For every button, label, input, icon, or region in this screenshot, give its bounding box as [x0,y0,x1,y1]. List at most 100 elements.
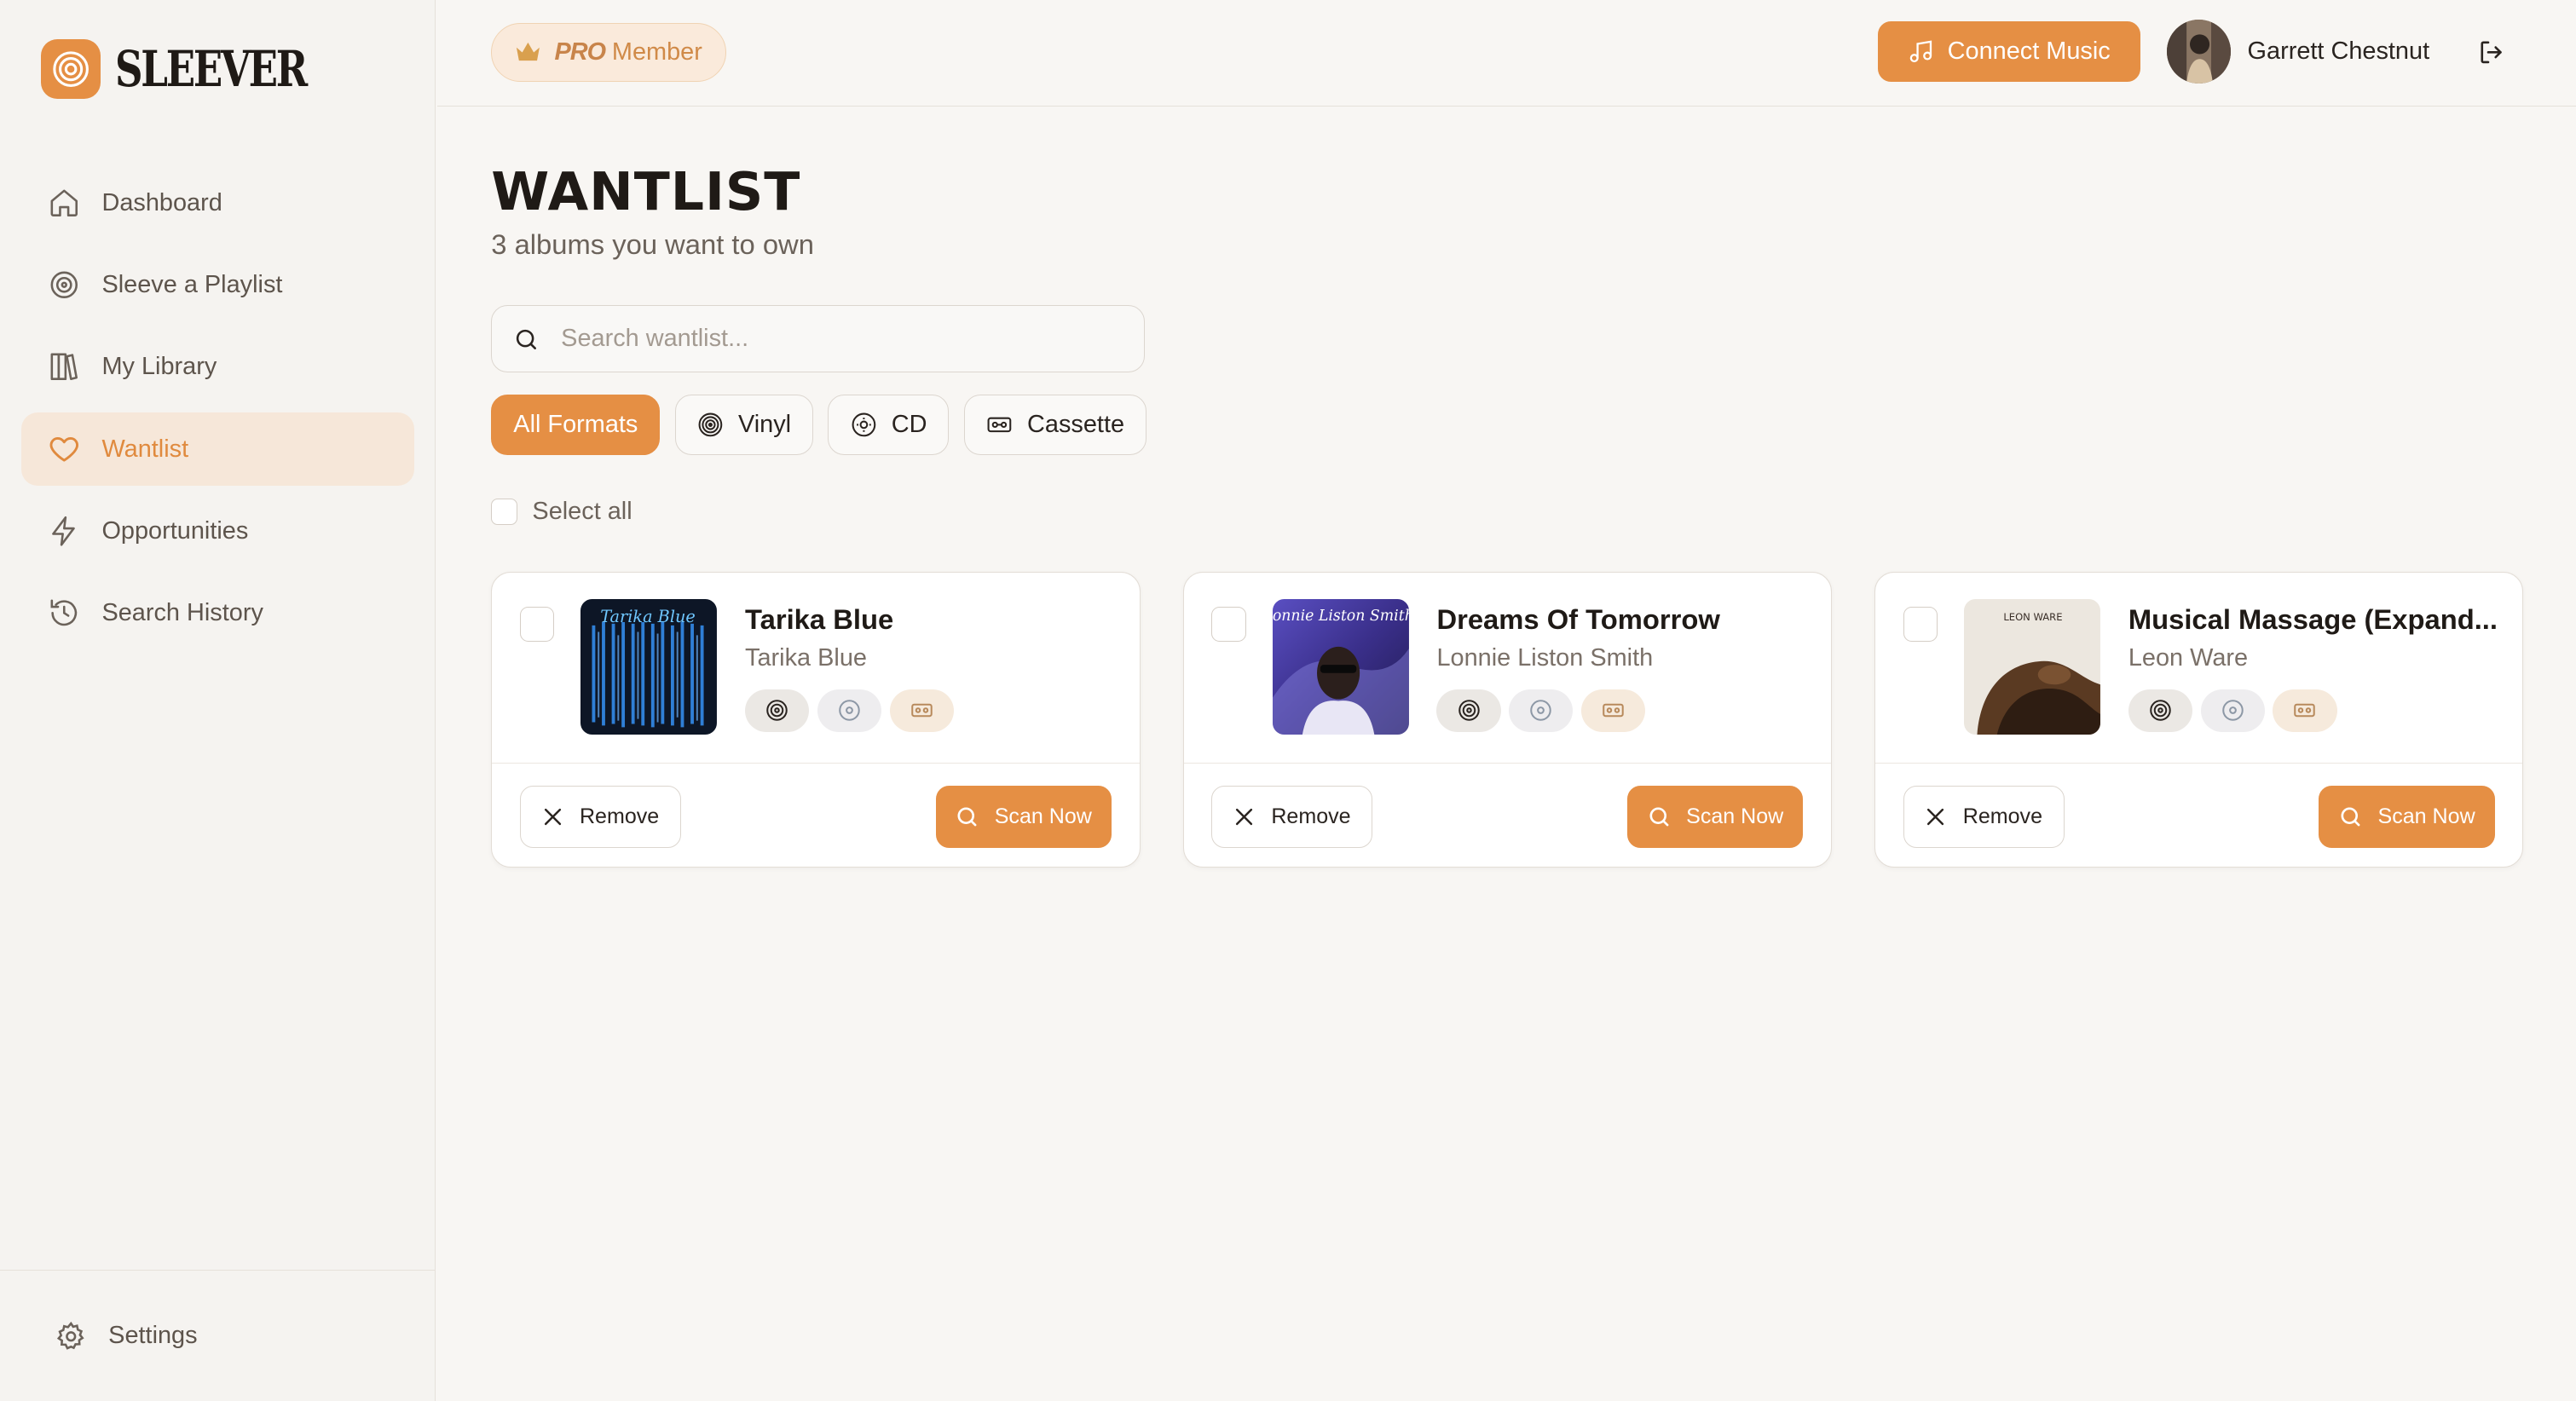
sidebar-item-sleeve-playlist[interactable]: Sleeve a Playlist [21,248,414,322]
member-label: Member [611,38,702,66]
filter-all-formats[interactable]: All Formats [491,394,661,455]
cassette-icon[interactable] [889,689,954,732]
gear-icon [55,1320,88,1353]
album-artist: Tarika Blue [745,644,867,672]
cover-text: LEON WARE [2003,611,2062,623]
sidebar-item-opportunities[interactable]: Opportunities [21,494,414,568]
format-badges [2128,689,2345,732]
connect-music-label: Connect Music [1947,37,2111,66]
album-cover[interactable]: Tarika Blue [580,598,718,735]
album-artist: Lonnie Liston Smith [1436,644,1654,672]
pro-label: PRO [554,38,606,66]
album-card: LEON WARE Musical Massage (Expand... Leo… [1874,571,2524,868]
scan-now-label: Scan Now [1686,804,1784,829]
logout-icon[interactable] [2477,37,2507,67]
connect-music-button[interactable]: Connect Music [1877,21,2141,83]
remove-label: Remove [1962,804,2042,829]
select-all-label: Select all [532,497,632,525]
search-box [491,305,1146,373]
cd-icon[interactable] [2200,689,2265,732]
card-divider [492,763,1140,764]
search-icon [1647,804,1672,829]
sidebar-footer: Settings [0,1269,436,1401]
sidebar: SLEEVER Dashboard Sleeve a Playlist My L… [0,0,436,1401]
page-subtitle: 3 albums you want to own [491,228,814,260]
disc-icon [48,268,81,302]
scan-now-button[interactable]: Scan Now [2319,786,2495,849]
album-checkbox[interactable] [1211,607,1246,642]
scan-now-button[interactable]: Scan Now [935,786,1112,849]
filter-cd[interactable]: CD [828,394,950,455]
filter-label: All Formats [513,410,638,438]
cassette-icon [986,412,1013,438]
remove-label: Remove [1271,804,1351,829]
card-divider [1875,763,2523,764]
select-all[interactable]: Select all [491,498,632,526]
album-cover[interactable]: LEON WARE [1964,598,2101,735]
vinyl-icon[interactable] [745,689,810,732]
library-icon [48,350,81,383]
sidebar-item-label: Dashboard [101,188,222,216]
cd-icon[interactable] [1509,689,1574,732]
filter-label: Cassette [1027,410,1125,438]
crown-icon [515,41,541,64]
scan-now-label: Scan Now [994,804,1092,829]
cover-text: Tarika Blue [601,606,696,626]
filter-cassette[interactable]: Cassette [963,394,1147,455]
album-card: Lonnie Liston Smith Dreams Of Tomorrow L… [1182,571,1832,868]
scan-now-label: Scan Now [2377,804,2475,829]
filter-label: Vinyl [737,410,792,438]
history-icon [48,597,81,630]
cassette-icon[interactable] [2273,689,2337,732]
remove-button[interactable]: Remove [1211,786,1373,849]
vinyl-icon [697,412,724,438]
cassette-icon[interactable] [1581,689,1646,732]
logo-text: SLEEVER [114,39,308,98]
close-icon [1925,806,1946,827]
cd-icon [851,412,877,438]
remove-button[interactable]: Remove [1903,786,2065,849]
sidebar-item-label: Opportunities [101,516,249,545]
sidebar-item-label: My Library [101,353,217,381]
music-note-icon [1908,38,1934,65]
settings-button[interactable]: Settings [55,1320,198,1353]
top-header: PRO Member Connect Music Garrett Chestnu… [436,0,2576,107]
sidebar-item-search-history[interactable]: Search History [21,576,414,650]
scan-now-button[interactable]: Scan Now [1626,786,1804,849]
sidebar-item-my-library[interactable]: My Library [21,330,414,404]
card-divider [1183,763,1831,764]
close-icon [542,806,563,827]
sidebar-item-wantlist[interactable]: Wantlist [21,412,414,487]
settings-label: Settings [108,1322,198,1350]
sidebar-item-label: Sleeve a Playlist [101,270,283,298]
album-cover[interactable]: Lonnie Liston Smith [1272,598,1409,735]
search-input[interactable] [561,325,1104,354]
close-icon [1233,806,1255,827]
album-checkbox[interactable] [520,607,555,642]
sidebar-item-dashboard[interactable]: Dashboard [21,166,414,240]
home-icon [48,187,81,220]
cd-icon[interactable] [817,689,881,732]
vinyl-icon[interactable] [2128,689,2192,732]
vinyl-icon[interactable] [1436,689,1501,732]
bolt-icon [48,515,81,548]
avatar[interactable] [2167,20,2232,84]
album-checkbox[interactable] [1903,607,1938,642]
search-icon [513,326,540,353]
format-filters: All Formats Vinyl CD Cassette [491,394,1161,455]
sidebar-nav: Dashboard Sleeve a Playlist My Library W… [21,166,414,659]
album-cards: Tarika Blue Tarika Blue Tarika Blue Remo… [491,571,2524,868]
page-title: WANTLIST [491,160,801,222]
cover-text: Lonnie Liston Smith [1273,608,1409,625]
album-title: Tarika Blue [745,603,894,636]
album-title: Musical Massage (Expand... [2128,603,2498,636]
user-name[interactable]: Garrett Chestnut [2248,37,2430,66]
filter-vinyl[interactable]: Vinyl [674,394,814,455]
select-all-checkbox[interactable] [491,499,518,525]
album-title: Dreams Of Tomorrow [1436,603,1720,636]
filter-label: CD [891,410,927,438]
album-artist: Leon Ware [2128,644,2249,672]
logo[interactable]: SLEEVER [41,39,360,99]
remove-button[interactable]: Remove [520,786,681,849]
sidebar-item-label: Search History [101,599,263,627]
